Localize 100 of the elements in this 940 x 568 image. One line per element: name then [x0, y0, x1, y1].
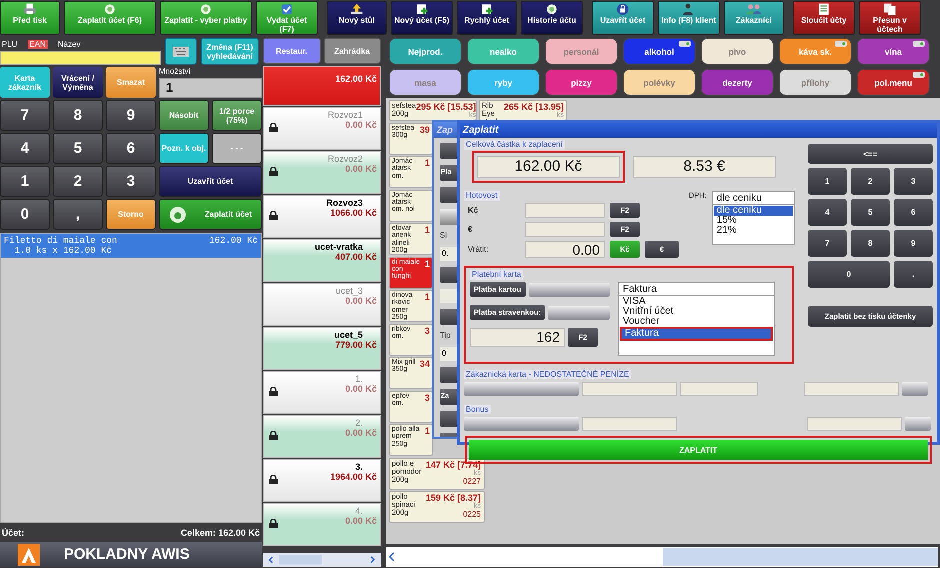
- account-amount: 162.00 Kč: [335, 74, 377, 84]
- keypad-key[interactable]: 5: [53, 133, 103, 164]
- account-amount: 0.00 Kč: [345, 164, 377, 174]
- keypad-key[interactable]: 9: [106, 100, 156, 131]
- account-name: Rozvoz3: [326, 198, 363, 208]
- keypad-key[interactable]: 7: [0, 100, 50, 131]
- keypad-key[interactable]: 6: [894, 199, 933, 226]
- account-amount: 407.00 Kč: [335, 252, 377, 262]
- keypad-key[interactable]: 0: [808, 261, 890, 288]
- vat-option[interactable]: dle ceniku: [714, 206, 793, 216]
- keypad-key[interactable]: 2: [53, 166, 103, 197]
- brand-name: POKLADNY AWIS: [64, 546, 190, 563]
- keypad-key[interactable]: 7: [808, 230, 847, 257]
- vat-option[interactable]: 15%: [714, 216, 793, 226]
- action-button[interactable]: Vrácení / Výměna: [53, 67, 103, 98]
- toolbar-button[interactable]: Rychlý účet: [457, 1, 517, 35]
- input-field[interactable]: [582, 417, 677, 431]
- account-amount: 0.00 Kč: [345, 516, 377, 526]
- search-mode-label[interactable]: PLU: [0, 40, 20, 49]
- keypad-key[interactable]: 6: [106, 133, 156, 164]
- vat-dropdown[interactable]: dle ceniku: [712, 191, 795, 205]
- keypad-key[interactable]: 0: [0, 199, 50, 230]
- keypad-key[interactable]: 4: [808, 199, 847, 226]
- method-option[interactable]: VISA: [620, 297, 773, 307]
- search-field[interactable]: [0, 51, 161, 65]
- input-field[interactable]: [528, 282, 610, 296]
- keypad-key[interactable]: ,: [53, 199, 103, 230]
- search-mode-label[interactable]: EAN: [28, 40, 48, 49]
- coin-icon: [198, 3, 214, 16]
- product-price: 265 Kč [13.95]: [504, 102, 564, 112]
- quantity-field[interactable]: 1: [159, 78, 262, 98]
- method-option[interactable]: Faktura: [620, 327, 773, 341]
- backspace-key[interactable]: <==: [808, 144, 933, 164]
- method-option[interactable]: Voucher: [620, 317, 773, 327]
- keypad-key[interactable]: .: [894, 261, 933, 288]
- field-label: Kč: [468, 206, 480, 215]
- account-item[interactable]: Rozvoz3 1066.00 Kč: [263, 195, 381, 238]
- category-button[interactable]: pizzy: [545, 69, 618, 96]
- keypad-key[interactable]: 2: [851, 168, 890, 195]
- keypad-button[interactable]: 1/2 porce (75%): [212, 100, 262, 131]
- toolbar-button[interactable]: Vydat účet (F7): [256, 1, 318, 35]
- keypad-key[interactable]: 3: [106, 166, 156, 197]
- keypad-button[interactable]: Zaplatit účet: [159, 199, 262, 230]
- account-amount: 779.00 Kč: [335, 340, 377, 350]
- input-field[interactable]: [548, 306, 610, 320]
- account-name: Rozvoz1: [328, 110, 363, 120]
- search-mode-label[interactable]: Název: [56, 40, 83, 49]
- list-icon: [816, 3, 832, 16]
- keypad-button[interactable]: Uzavřít účet: [159, 166, 262, 197]
- input-field[interactable]: [680, 382, 758, 396]
- toolbar-button[interactable]: Přesun v účtech: [859, 1, 921, 35]
- lock-icon: [615, 3, 631, 16]
- input-field[interactable]: [804, 382, 899, 396]
- keypad-key[interactable]: 1: [0, 166, 50, 197]
- product-price: 34: [420, 359, 430, 371]
- account-item[interactable]: 162.00 Kč: [263, 66, 381, 106]
- keypad-button[interactable]: Násobit: [159, 100, 209, 131]
- keypad-key[interactable]: 9: [894, 230, 933, 257]
- category-button[interactable]: alkohol: [623, 38, 696, 65]
- input-field[interactable]: [525, 203, 605, 218]
- category-button[interactable]: vína: [857, 38, 930, 65]
- account-item[interactable]: ucet_3 0.00 Kč: [263, 283, 381, 326]
- account-name: ucet-vratka: [314, 242, 363, 252]
- account-amount: 0.00 Kč: [345, 120, 377, 130]
- total-field: 162.00 Kč: [477, 156, 620, 178]
- toolbar-button[interactable]: Historie účtu: [521, 1, 583, 35]
- input-field[interactable]: [807, 417, 902, 431]
- total-text: Celkem: 162.00 Kč: [180, 528, 260, 538]
- account-amount: 1066.00 Kč: [330, 208, 377, 218]
- keypad-key[interactable]: 4: [0, 133, 50, 164]
- vat-option[interactable]: 21%: [714, 226, 793, 236]
- account-item[interactable]: 3. 1964.00 Kč: [263, 459, 381, 502]
- keyboard-button[interactable]: [165, 38, 197, 65]
- keypad-key[interactable]: 3: [894, 168, 933, 195]
- input-field[interactable]: [525, 222, 605, 237]
- scrollbar[interactable]: [386, 547, 938, 567]
- keypad-key[interactable]: 1: [808, 168, 847, 195]
- input-field[interactable]: [464, 382, 579, 396]
- product-code: 0227: [463, 478, 481, 486]
- amount-field[interactable]: 162: [470, 328, 565, 347]
- dialog-title: Zaplatit: [460, 123, 937, 138]
- keypad-key[interactable]: 8: [851, 230, 890, 257]
- order-item[interactable]: Filetto di maiale con 162.00 Kč 1.0 ks x 162.00 Kč: [1, 234, 261, 258]
- scrollbar[interactable]: [263, 553, 381, 567]
- method-option[interactable]: Vnitřní účet: [620, 307, 773, 317]
- input-field[interactable]: [905, 417, 931, 431]
- toolbar-button[interactable]: Nový stůl: [327, 1, 387, 35]
- keypad-key[interactable]: 5: [851, 199, 890, 226]
- category-button[interactable]: dezerty: [701, 69, 774, 96]
- account-item[interactable]: ucet-vratka 407.00 Kč: [263, 239, 381, 282]
- category-button[interactable]: pol.menu: [857, 69, 930, 96]
- method-dropdown[interactable]: Faktura: [618, 282, 775, 296]
- change-field: 0.00: [525, 241, 605, 258]
- keypad-key[interactable]: 8: [53, 100, 103, 131]
- toolbar-button[interactable]: Nový účet (F5): [391, 1, 453, 35]
- input-field[interactable]: [464, 417, 579, 431]
- account-item[interactable]: ucet_5 779.00 Kč: [263, 327, 381, 370]
- input-field[interactable]: [582, 382, 677, 396]
- input-field[interactable]: [902, 382, 928, 396]
- toolbar-button[interactable]: Sloučit účty: [793, 1, 855, 35]
